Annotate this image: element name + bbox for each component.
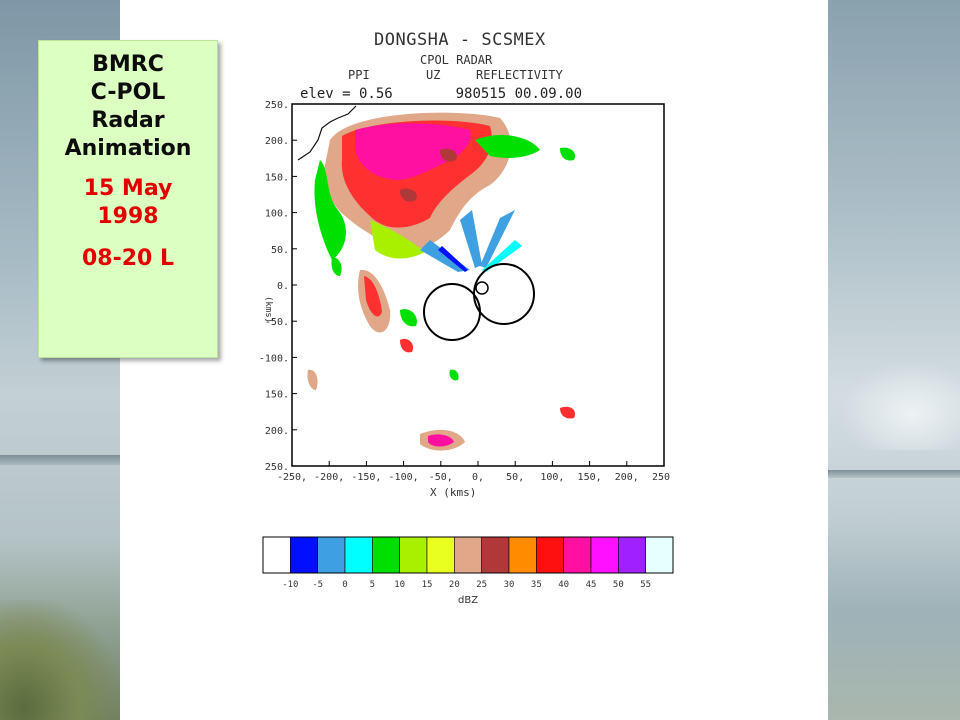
colorbar-label: 20 (449, 580, 460, 590)
y-tick-label: 0. (277, 281, 289, 292)
colorbar-cell (399, 536, 428, 574)
background-horizon-left (0, 455, 120, 465)
colorbar-label: 30 (504, 580, 515, 590)
dbz-colorbar: -10 -5 0 5 10 15 20 25 30 35 40 45 50 55 dBZ (262, 536, 674, 606)
colorbar-cell (645, 536, 674, 574)
x-tick-label: 150, (578, 472, 602, 483)
colorbar-cell (481, 536, 510, 574)
radar-subtitle: CPOL RADAR (420, 53, 493, 67)
colorbar-label: -10 (282, 580, 298, 590)
colorbar-label: 55 (640, 580, 651, 590)
y-tick-label: 150. (265, 172, 289, 183)
time-range: 08-20 L (81, 246, 175, 271)
title-line-1: BMRC (92, 52, 164, 77)
y-tick-label: 50. (271, 245, 289, 256)
x-tick-label: -250, (277, 472, 307, 483)
title-line-3: Radar (91, 108, 165, 133)
colorbar-label: 5 (370, 580, 375, 590)
colorbar-label: 40 (558, 580, 569, 590)
colorbar-cell (317, 536, 346, 574)
colorbar-cell (426, 536, 455, 574)
title-line-2: C-POL (90, 80, 166, 105)
colorbar-cell (344, 536, 373, 574)
y-tick-label: -100. (260, 353, 289, 364)
y-tick-label: 150. (265, 390, 289, 401)
x-tick-label: 200, (615, 472, 639, 483)
y-tick-label: 100. (265, 209, 289, 220)
radar-ppi-plot: 250.200.150.100.50.0.-50.-100.150.200.25… (260, 100, 670, 499)
x-tick-label: -50, (429, 472, 453, 483)
x-tick-label: 50, (506, 472, 524, 483)
x-tick-label: -150, (351, 472, 381, 483)
colorbar-cell (563, 536, 592, 574)
x-tick-label: 0, (472, 472, 484, 483)
colorbar-cells (262, 536, 674, 574)
colorbar-label: 35 (531, 580, 542, 590)
title-box: BMRC C-POL Radar Animation 15 May 1998 0… (38, 40, 218, 358)
x-tick-label: -100, (389, 472, 419, 483)
product-ppi: PPI (348, 68, 370, 82)
date-line-1: 15 May (83, 176, 173, 201)
y-axis-label: (kms) (263, 296, 273, 323)
colorbar-label: 15 (422, 580, 433, 590)
colorbar-cell (372, 536, 400, 574)
colorbar-cell (618, 536, 646, 574)
x-axis-label: X (kms) (430, 486, 476, 499)
x-tick-label: 250. (652, 472, 670, 483)
product-uz: UZ (426, 68, 441, 82)
title-line-4: Animation (64, 136, 192, 161)
background-cloud (840, 360, 960, 450)
y-tick-label: 250. (265, 100, 289, 111)
colorbar-label: 45 (586, 580, 597, 590)
product-reflectivity: REFLECTIVITY (476, 68, 563, 82)
colorbar-cell (263, 537, 291, 573)
colorbar-label: 50 (613, 580, 624, 590)
background-horizon-right (828, 470, 960, 478)
colorbar-label: 25 (476, 580, 487, 590)
y-tick-label: 200. (265, 426, 289, 437)
colorbar-label: 10 (394, 580, 405, 590)
colorbar-cell (590, 536, 619, 574)
x-tick-label: -200, (314, 472, 344, 483)
colorbar-cell (536, 536, 564, 574)
colorbar-cell (290, 536, 318, 574)
radar-title: DONGSHA - SCSMEX (374, 30, 546, 50)
colorbar-cell (508, 536, 537, 574)
colorbar-unit: dBZ (458, 595, 478, 606)
colorbar-label: 0 (342, 580, 347, 590)
colorbar-label: -5 (312, 580, 323, 590)
colorbar-cell (454, 536, 482, 574)
x-tick-label: 100, (540, 472, 564, 483)
date-line-2: 1998 (97, 204, 159, 229)
y-tick-label: 200. (265, 136, 289, 147)
colorbar-labels: -10 -5 0 5 10 15 20 25 30 35 40 45 50 55 (282, 580, 651, 590)
background-grass (0, 600, 120, 720)
